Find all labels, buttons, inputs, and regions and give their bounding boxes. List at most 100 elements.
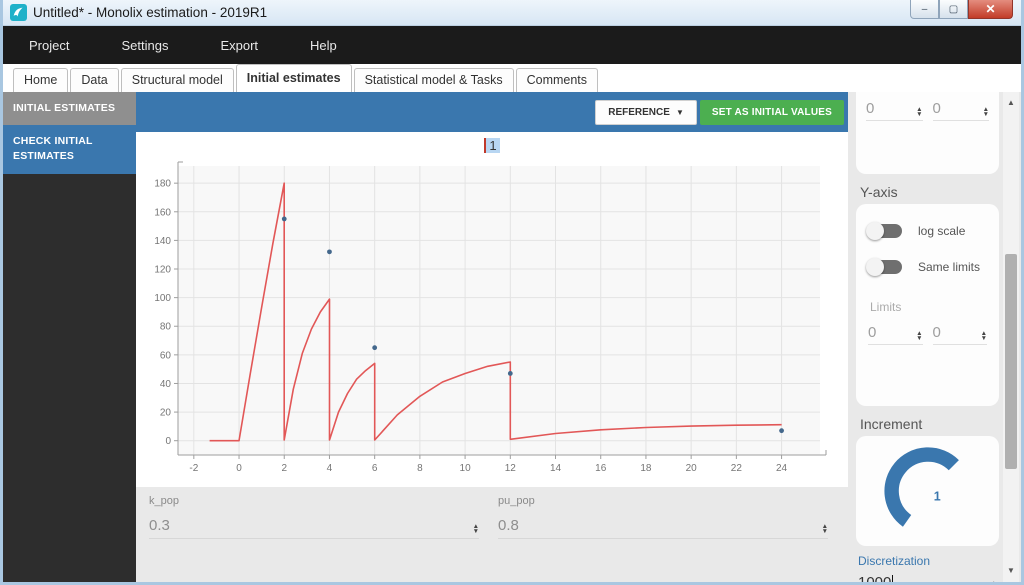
- svg-text:20: 20: [686, 463, 698, 474]
- scroll-down-icon[interactable]: ▼: [1003, 562, 1019, 578]
- tab-bar: Home Data Structural model Initial estim…: [3, 64, 1021, 92]
- tab-data[interactable]: Data: [70, 68, 119, 92]
- svg-text:80: 80: [160, 322, 172, 333]
- svg-text:0: 0: [165, 436, 171, 447]
- x-limit-min-stepper[interactable]: ▲ ▼: [916, 106, 922, 118]
- main-area: REFERENCE ▼ SET AS INITIAL VALUES 1 -2 0 2…: [136, 92, 848, 582]
- svg-text:4: 4: [327, 463, 333, 474]
- k-pop-stepper[interactable]: ▲ ▼: [473, 523, 479, 535]
- set-as-initial-values-button[interactable]: SET AS INITIAL VALUES: [699, 99, 844, 125]
- discretization-field[interactable]: 1000 ▲▼: [856, 572, 999, 582]
- content-area: INITIAL ESTIMATES CHECK INITIAL ESTIMATE…: [3, 92, 1021, 582]
- tab-structural-model[interactable]: Structural model: [120, 68, 234, 92]
- menu-settings[interactable]: Settings: [121, 28, 192, 63]
- param-input-pu-pop[interactable]: 0.8: [498, 517, 822, 534]
- titlebar: Untitled* - Monolix estimation - 2019R1 …: [3, 0, 1021, 26]
- scroll-up-icon[interactable]: ▲: [1003, 94, 1019, 110]
- svg-text:2: 2: [281, 463, 287, 474]
- y-limit-min-field[interactable]: 0 ▲ ▼: [868, 324, 923, 345]
- y-limit-max-value: 0: [932, 324, 941, 341]
- menu-project[interactable]: Project: [29, 28, 93, 63]
- text-caret: [892, 575, 894, 582]
- svg-text:18: 18: [640, 463, 652, 474]
- y-limit-min-stepper[interactable]: ▲ ▼: [916, 330, 922, 342]
- svg-text:100: 100: [154, 293, 171, 304]
- menu-bar: Project Settings Export Help: [3, 26, 1021, 64]
- x-limit-max-value: 0: [932, 100, 941, 117]
- reference-dropdown-button[interactable]: REFERENCE ▼: [595, 99, 697, 125]
- chart-title-text: 1: [484, 138, 500, 153]
- pu-pop-stepper[interactable]: ▲ ▼: [822, 523, 828, 535]
- chart-toolbar: REFERENCE ▼ SET AS INITIAL VALUES: [136, 92, 848, 132]
- y-limit-min-value: 0: [868, 324, 877, 341]
- svg-text:180: 180: [154, 179, 171, 190]
- maximize-button[interactable]: ▢: [939, 0, 968, 19]
- svg-text:160: 160: [154, 207, 171, 218]
- y-axis-section-label: Y-axis: [860, 184, 898, 200]
- menu-export[interactable]: Export: [220, 28, 282, 63]
- discretization-label: Discretization: [858, 554, 931, 568]
- left-sidebar: INITIAL ESTIMATES CHECK INITIAL ESTIMATE…: [3, 92, 136, 582]
- limits-label: Limits: [870, 300, 902, 314]
- monolix-app-icon: [10, 4, 27, 21]
- panel-scrollbar[interactable]: ▲ ▼: [1003, 92, 1019, 582]
- increment-dial[interactable]: 1: [880, 443, 976, 539]
- tab-comments[interactable]: Comments: [515, 68, 599, 92]
- increment-section-label: Increment: [860, 416, 923, 432]
- svg-text:60: 60: [160, 350, 172, 361]
- chart-panel: 1 -2 0 2 4 6 8 10 12 14 16 18 20 22 24 0 20 40 60 80 100 120…: [136, 132, 848, 487]
- svg-text:24: 24: [776, 463, 788, 474]
- minimize-button[interactable]: –: [910, 0, 939, 19]
- sidebar-item-check-initial-estimates[interactable]: CHECK INITIAL ESTIMATES: [3, 125, 136, 174]
- svg-text:6: 6: [372, 463, 378, 474]
- log-scale-toggle[interactable]: [866, 222, 902, 240]
- increment-card: 1: [856, 436, 999, 546]
- svg-text:40: 40: [160, 379, 172, 390]
- increment-value: 1: [933, 490, 940, 504]
- x-axis-limits-card: 0 ▲ ▼ 0 ▲ ▼: [856, 92, 999, 174]
- svg-text:16: 16: [595, 463, 607, 474]
- log-scale-label: log scale: [918, 224, 966, 238]
- svg-text:12: 12: [505, 463, 517, 474]
- scrollbar-thumb[interactable]: [1005, 254, 1017, 469]
- y-limit-max-field[interactable]: 0 ▲ ▼: [932, 324, 987, 345]
- param-field-k-pop: k_pop 0.3 ▲ ▼: [149, 495, 479, 582]
- param-field-pu-pop: pu_pop 0.8 ▲ ▼: [498, 495, 828, 582]
- x-limit-min-value: 0: [866, 100, 875, 117]
- window-controls: – ▢ ✕: [910, 0, 1013, 19]
- svg-text:120: 120: [154, 265, 171, 276]
- tab-initial-estimates[interactable]: Initial estimates: [235, 64, 352, 92]
- app-window: Untitled* - Monolix estimation - 2019R1 …: [0, 0, 1024, 585]
- param-label-pu-pop: pu_pop: [498, 495, 535, 507]
- param-input-k-pop[interactable]: 0.3: [149, 517, 473, 534]
- right-settings-panel: 0 ▲ ▼ 0 ▲ ▼ Y-axis log scale Same limits…: [848, 92, 1021, 582]
- chart-title[interactable]: 1: [136, 138, 848, 160]
- x-limit-min-field[interactable]: 0 ▲ ▼: [866, 100, 923, 121]
- window-title: Untitled* - Monolix estimation - 2019R1: [33, 5, 268, 20]
- reference-label: REFERENCE: [608, 106, 670, 118]
- sidebar-item-initial-estimates[interactable]: INITIAL ESTIMATES: [3, 92, 136, 126]
- discretization-stepper[interactable]: ▲▼: [991, 580, 997, 582]
- svg-text:-2: -2: [189, 463, 198, 474]
- same-limits-label: Same limits: [918, 260, 981, 274]
- menu-help[interactable]: Help: [310, 28, 361, 63]
- chart-svg: -2 0 2 4 6 8 10 12 14 16 18 20 22 2402040608010012014…: [154, 161, 827, 474]
- discretization-value: 1000: [858, 574, 891, 582]
- tab-home[interactable]: Home: [13, 68, 69, 92]
- y-axis-card: log scale Same limits Limits 0 ▲ ▼ 0 ▲ ▼: [856, 204, 999, 406]
- svg-text:20: 20: [160, 408, 172, 419]
- svg-text:10: 10: [460, 463, 472, 474]
- svg-text:8: 8: [417, 463, 423, 474]
- param-label-k-pop: k_pop: [149, 495, 179, 507]
- svg-text:0: 0: [236, 463, 242, 474]
- same-limits-toggle[interactable]: [866, 258, 902, 276]
- x-limit-max-stepper[interactable]: ▲ ▼: [983, 106, 989, 118]
- svg-text:14: 14: [550, 463, 562, 474]
- parameter-inputs: k_pop 0.3 ▲ ▼ pu_pop 0.8 ▲ ▼: [136, 487, 848, 582]
- chevron-down-icon: ▼: [675, 107, 684, 117]
- y-limit-max-stepper[interactable]: ▲ ▼: [981, 330, 987, 342]
- svg-text:22: 22: [731, 463, 743, 474]
- close-button[interactable]: ✕: [968, 0, 1013, 19]
- tab-statistical-model-tasks[interactable]: Statistical model & Tasks: [353, 68, 514, 92]
- x-limit-max-field[interactable]: 0 ▲ ▼: [932, 100, 989, 121]
